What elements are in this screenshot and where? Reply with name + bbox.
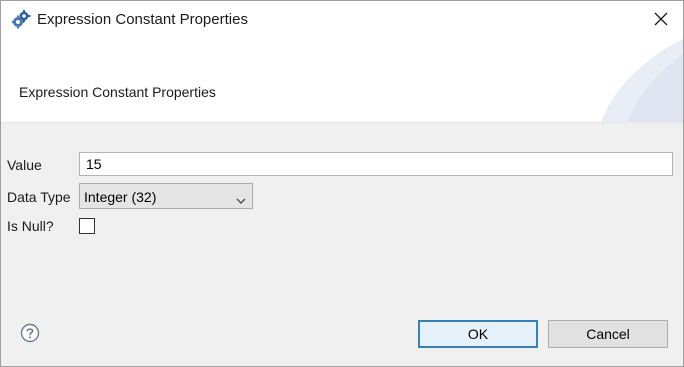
dialog: Expression Constant Properties Expressio… bbox=[0, 0, 684, 367]
value-input[interactable] bbox=[79, 152, 673, 176]
banner-title: Expression Constant Properties bbox=[19, 84, 216, 100]
data-type-selected-value: Integer (32) bbox=[84, 189, 157, 205]
help-button[interactable] bbox=[20, 323, 40, 343]
banner-decoration bbox=[593, 39, 683, 122]
gears-icon bbox=[11, 10, 31, 30]
is-null-checkbox[interactable] bbox=[79, 218, 95, 234]
is-null-label: Is Null? bbox=[7, 218, 54, 234]
window-title: Expression Constant Properties bbox=[37, 11, 248, 28]
header-banner: Expression Constant Properties bbox=[1, 39, 683, 123]
chevron-down-icon bbox=[236, 192, 246, 204]
value-label: Value bbox=[7, 157, 42, 173]
close-button[interactable] bbox=[647, 6, 675, 34]
data-type-select[interactable]: Integer (32) bbox=[79, 183, 253, 209]
help-icon bbox=[20, 323, 40, 346]
close-icon bbox=[654, 12, 668, 29]
ok-button[interactable]: OK bbox=[418, 320, 538, 348]
cancel-button[interactable]: Cancel bbox=[548, 320, 668, 348]
data-type-label: Data Type bbox=[7, 189, 71, 205]
title-bar: Expression Constant Properties bbox=[1, 1, 683, 39]
